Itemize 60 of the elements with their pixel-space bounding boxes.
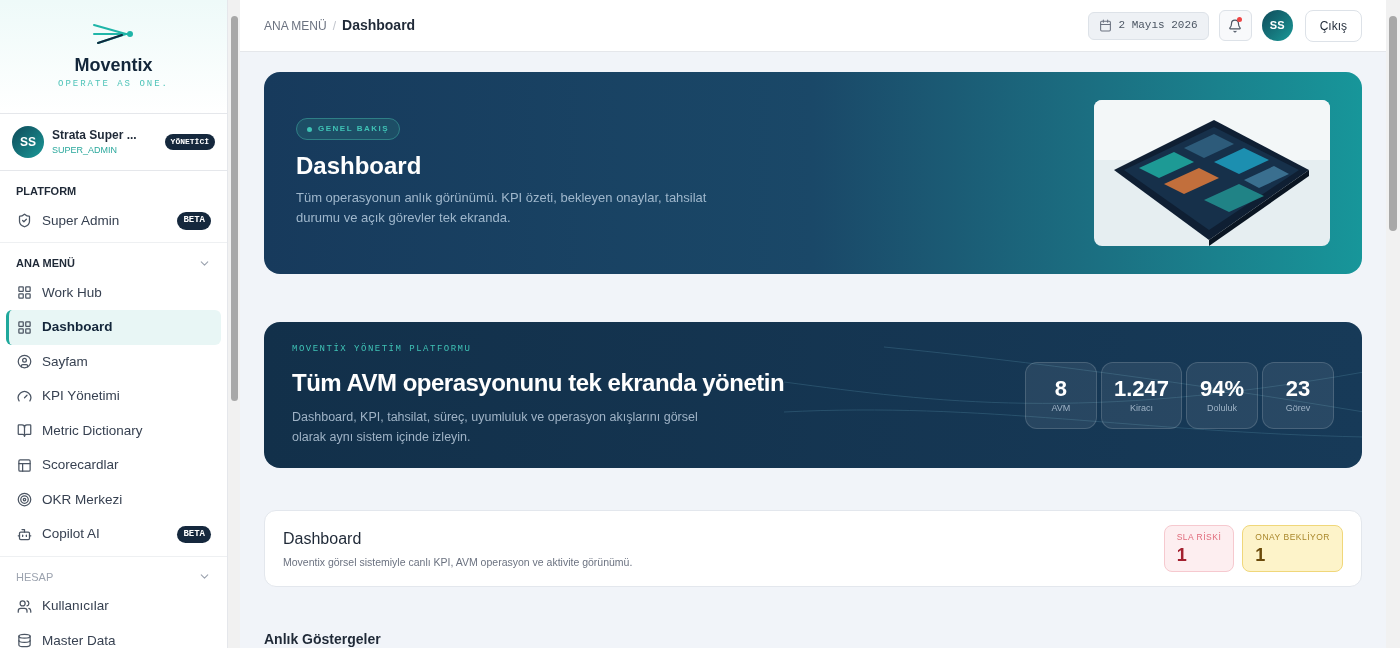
nav-item[interactable]: Metric Dictionary <box>6 413 221 448</box>
nav-item[interactable]: Sayfam <box>6 344 221 379</box>
stat-card: 94% Doluluk <box>1186 361 1258 429</box>
nav-item[interactable]: Dashboard <box>6 310 221 345</box>
header-avatar[interactable]: SS <box>1261 10 1293 41</box>
nav-item[interactable]: Scorecardlar <box>6 448 221 483</box>
role-badge: YÖNETİCİ <box>164 134 215 150</box>
nav-item[interactable]: Super Admin BETA <box>6 203 221 238</box>
logo-icon <box>91 21 136 46</box>
breadcrumb-link[interactable]: ANA MENÜ <box>264 16 327 35</box>
section-heading: ANA MENÜ <box>16 256 75 271</box>
layout-icon <box>17 457 32 473</box>
status-chip: ONAY BEKLİYOR 1 <box>1242 525 1343 572</box>
bell-icon <box>1228 18 1243 33</box>
page-scrollbar[interactable] <box>1386 0 1400 648</box>
breadcrumb-current: Dashboard <box>342 16 416 35</box>
gauge-icon <box>17 388 32 404</box>
nav-item[interactable]: OKR Merkezi <box>6 482 221 517</box>
calendar-icon <box>1099 19 1113 32</box>
book-icon <box>17 423 32 439</box>
nav-item[interactable]: Copilot AI BETA <box>6 517 221 552</box>
user-role: SUPER_ADMIN <box>52 144 118 158</box>
brand-tagline: OPERATE AS ONE. <box>58 78 169 91</box>
user-name: Strata Super ... <box>52 127 138 145</box>
grid-icon <box>17 285 32 301</box>
users-icon <box>17 598 32 614</box>
date-chip: 2 Mayıs 2026 <box>1088 11 1209 40</box>
summary-subtitle: Moventix görsel sistemiyle canlı KPI, AVM operasyon ve aktivite görünümü. <box>283 554 633 570</box>
overview-pill: GENEL BAKIŞ <box>296 118 401 140</box>
grid-icon <box>17 319 32 335</box>
nav-item[interactable]: Master Data <box>6 623 221 648</box>
breadcrumb-separator: / <box>332 17 337 35</box>
nav-item[interactable]: Kullanıcılar <box>6 589 221 624</box>
nav-item[interactable]: KPI Yönetimi <box>6 379 221 414</box>
section-heading: HESAP <box>16 569 54 585</box>
section-title: Anlık Göstergeler <box>264 630 382 648</box>
user-avatar: SS <box>12 126 44 158</box>
shield-icon <box>17 213 32 229</box>
section-heading: PLATFORM <box>16 184 77 199</box>
platform-title: Tüm AVM operasyonunu tek ekranda yönetin <box>292 367 785 398</box>
beta-badge: BETA <box>177 212 211 230</box>
hero-title: Dashboard <box>296 151 422 181</box>
target-icon <box>17 492 32 508</box>
brand-name: Moventix <box>74 53 153 76</box>
beta-badge: BETA <box>177 525 211 543</box>
database-icon <box>17 633 32 648</box>
user-circle-icon <box>17 354 32 370</box>
robot-icon <box>17 526 32 542</box>
sidebar-scrollbar[interactable] <box>228 0 240 648</box>
notification-button[interactable] <box>1218 10 1252 41</box>
platform-eyebrow: MOVENTİX YÖNETİM PLATFORMU <box>292 343 472 357</box>
summary-title: Dashboard <box>283 528 363 549</box>
hero-description: Tüm operasyonun anlık görünümü. KPI özeti, bekleyen onaylar, tahsilat durumu ve açık görevler tek ekranda. <box>296 189 708 227</box>
platform-description: Dashboard, KPI, tahsilat, süreç, uyumluluk ve operasyon akışlarını görsel olarak aynı sistem içinde izleyin. <box>292 408 699 446</box>
stat-card: 1.247 Kiracı <box>1100 361 1182 429</box>
stat-card: 23 Görev <box>1262 361 1334 429</box>
status-chip: SLA RİSKİ 1 <box>1163 525 1235 572</box>
stat-card: 8 AVM <box>1024 361 1097 429</box>
logout-button[interactable]: Çıkış <box>1304 9 1362 42</box>
nav-item[interactable]: Work Hub <box>6 275 221 310</box>
